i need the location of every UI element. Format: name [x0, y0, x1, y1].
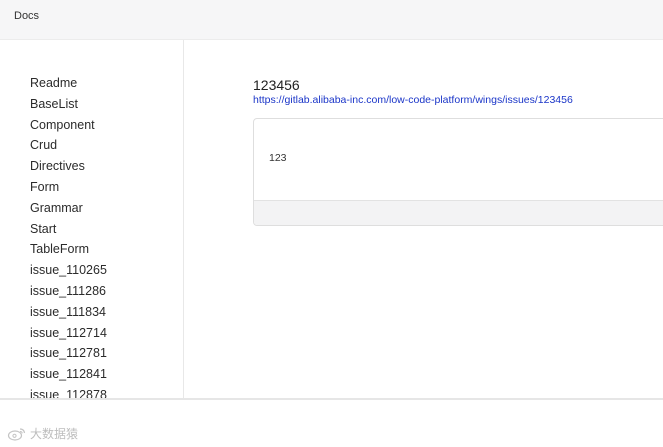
sidebar-item-issue-112781[interactable]: issue_112781 [30, 343, 107, 364]
sidebar-item-issue-112841[interactable]: issue_112841 [30, 364, 107, 385]
sidebar: Readme BaseList Component Crud Directive… [0, 40, 184, 398]
bottom-divider [0, 398, 663, 400]
sidebar-item-component[interactable]: Component [30, 115, 107, 136]
sidebar-item-baselist[interactable]: BaseList [30, 94, 107, 115]
sidebar-item-readme[interactable]: Readme [30, 73, 107, 94]
sidebar-item-issue-111834[interactable]: issue_111834 [30, 302, 107, 323]
sidebar-item-directives[interactable]: Directives [30, 156, 107, 177]
issue-title: 123456 [253, 77, 300, 93]
sidebar-list: Readme BaseList Component Crud Directive… [30, 73, 107, 398]
sidebar-item-crud[interactable]: Crud [30, 135, 107, 156]
sidebar-item-form[interactable]: Form [30, 177, 107, 198]
weibo-logo-icon [7, 427, 27, 441]
issue-card: 123 [253, 118, 663, 226]
sidebar-item-grammar[interactable]: Grammar [30, 198, 107, 219]
card-body-text: 123 [269, 152, 287, 164]
watermark-text: 大数据猿 [30, 427, 79, 441]
sidebar-item-issue-111286[interactable]: issue_111286 [30, 281, 107, 302]
main-content: 123456 https://gitlab.alibaba-inc.com/lo… [184, 40, 663, 398]
top-bar: Docs [0, 0, 663, 40]
card-footer [254, 200, 663, 225]
watermark: 大数据猿 [7, 425, 78, 442]
issue-link[interactable]: https://gitlab.alibaba-inc.com/low-code-… [253, 94, 573, 106]
sidebar-item-tableform[interactable]: TableForm [30, 239, 107, 260]
sidebar-item-issue-110265[interactable]: issue_110265 [30, 260, 107, 281]
sidebar-item-start[interactable]: Start [30, 219, 107, 240]
sidebar-item-issue-112714[interactable]: issue_112714 [30, 323, 107, 344]
app-title: Docs [14, 10, 40, 22]
sidebar-item-issue-112878[interactable]: issue_112878 [30, 385, 107, 398]
